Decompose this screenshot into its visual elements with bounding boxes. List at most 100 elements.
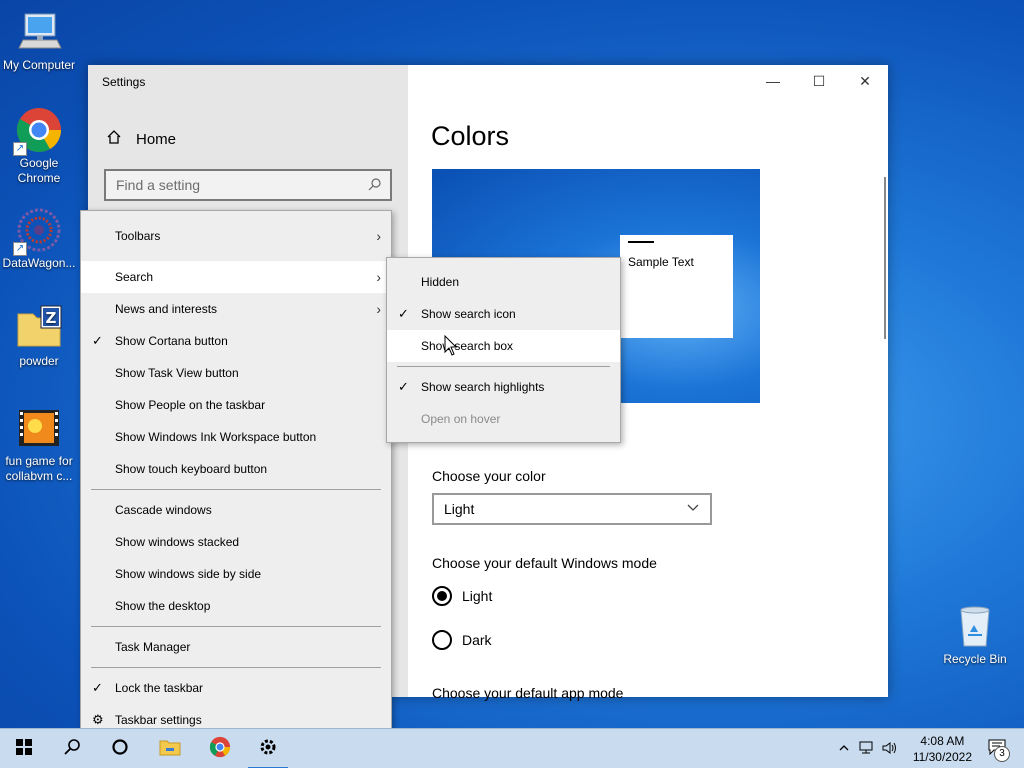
desktop-icon-label: Google Chrome — [17, 156, 61, 185]
menu-item-task-manager[interactable]: Task Manager — [81, 631, 391, 663]
chrome-icon — [209, 736, 231, 763]
folder-icon — [159, 738, 181, 761]
menu-item-label: Show windows stacked — [115, 535, 240, 549]
menu-item-label: Toolbars — [115, 229, 161, 243]
taskbar-chrome[interactable] — [196, 729, 244, 768]
menu-separator — [91, 667, 381, 668]
desktop-icon-label: powder — [19, 354, 59, 368]
search-icon[interactable] — [368, 177, 382, 194]
taskbar: 4:08 AM 11/30/2022 3 — [0, 728, 1024, 768]
recycle-bin-icon — [951, 602, 999, 650]
menu-item-label: Search — [115, 270, 154, 284]
desktop-icon-label: DataWagon... — [2, 256, 76, 270]
submenu-item-show-search-highlights[interactable]: ✓ Show search highlights — [387, 371, 620, 403]
computer-icon — [15, 8, 63, 56]
home-nav-item[interactable]: Home — [106, 129, 176, 149]
desktop-icon-google-chrome[interactable]: ↗ Google Chrome — [0, 106, 78, 186]
menu-item-label: Show windows side by side — [115, 567, 262, 581]
choose-color-value: Light — [444, 501, 475, 517]
menu-item-toolbars[interactable]: Toolbars › — [81, 220, 391, 252]
menu-item-label: Hidden — [421, 275, 460, 289]
radio-label: Dark — [462, 632, 492, 648]
cortana-icon — [111, 738, 129, 761]
desktop-icon-fun-game[interactable]: fun game for collabvm c... — [0, 404, 78, 484]
desktop-icon-my-computer[interactable]: My Computer — [0, 8, 78, 73]
menu-item-label: Show touch keyboard button — [115, 462, 268, 476]
submenu-item-hidden[interactable]: Hidden — [387, 266, 620, 298]
windows-mode-dark-radio[interactable]: Dark — [432, 630, 492, 650]
checkmark-icon: ✓ — [398, 306, 409, 321]
menu-item-show-cortana-button[interactable]: ✓ Show Cortana button — [81, 325, 391, 357]
menu-item-label: News and interests — [115, 302, 218, 316]
home-label: Home — [136, 130, 177, 148]
page-title: Colors — [431, 121, 510, 151]
menu-item-label: Show Windows Ink Workspace button — [115, 430, 317, 444]
menu-item-show-windows-ink[interactable]: Show Windows Ink Workspace button — [81, 421, 391, 453]
desktop-icon-datawagon[interactable]: ↗ DataWagon... — [0, 206, 78, 271]
menu-item-show-the-desktop[interactable]: Show the desktop — [81, 590, 391, 622]
window-title: Settings — [102, 75, 146, 89]
menu-item-label: Show Task View button — [115, 366, 239, 380]
windows-mode-light-radio[interactable]: Light — [432, 586, 492, 606]
home-icon — [106, 129, 122, 149]
menu-item-label: Cascade windows — [115, 503, 212, 517]
chrome-icon: ↗ — [13, 106, 63, 156]
checkmark-icon: ✓ — [398, 379, 409, 394]
menu-item-show-windows-side-by-side[interactable]: Show windows side by side — [81, 558, 391, 590]
submenu-item-show-search-box[interactable]: Show search box — [387, 330, 620, 362]
checkmark-icon: ✓ — [92, 333, 103, 348]
desktop-icon-label: fun game for collabvm c... — [5, 454, 73, 483]
start-button[interactable] — [0, 729, 48, 768]
network-icon[interactable] — [858, 741, 874, 758]
menu-item-label: Show search icon — [421, 307, 516, 321]
cortana-button[interactable] — [96, 729, 144, 768]
menu-separator — [397, 366, 610, 367]
system-clock[interactable]: 4:08 AM 11/30/2022 — [913, 733, 972, 765]
desktop-icon-recycle-bin[interactable]: Recycle Bin — [936, 602, 1014, 667]
submenu-item-show-search-icon[interactable]: ✓ Show search icon — [387, 298, 620, 330]
video-icon — [15, 404, 63, 452]
choose-color-dropdown[interactable]: Light — [432, 493, 712, 525]
datawagon-icon: ↗ — [13, 206, 63, 256]
find-setting-input[interactable]: Find a setting — [104, 169, 392, 201]
chevron-right-icon: › — [376, 228, 381, 244]
desktop-icon-powder[interactable]: Z powder — [0, 304, 78, 369]
menu-item-show-task-view-button[interactable]: Show Task View button — [81, 357, 391, 389]
menu-item-search[interactable]: Search › — [81, 261, 391, 293]
menu-item-label: Task Manager — [115, 640, 191, 654]
windows-mode-label: Choose your default Windows mode — [432, 555, 657, 571]
radio-label: Light — [462, 588, 493, 604]
zip-folder-icon: Z — [15, 304, 63, 352]
choose-color-label: Choose your color — [432, 468, 546, 484]
taskbar-file-explorer[interactable] — [146, 729, 194, 768]
radio-button-icon — [432, 630, 452, 650]
submenu-item-open-on-hover: Open on hover — [387, 403, 620, 435]
windows-logo-icon — [16, 738, 32, 760]
menu-item-label: Taskbar settings — [115, 713, 202, 727]
menu-item-show-touch-keyboard[interactable]: Show touch keyboard button — [81, 453, 391, 485]
gear-icon — [258, 737, 278, 762]
menu-item-label: Open on hover — [421, 412, 501, 426]
scrollbar[interactable] — [884, 177, 886, 339]
menu-item-show-people[interactable]: Show People on the taskbar — [81, 389, 391, 421]
volume-icon[interactable] — [882, 741, 898, 758]
menu-item-lock-the-taskbar[interactable]: ✓ Lock the taskbar — [81, 672, 391, 704]
menu-item-label: Show Cortana button — [115, 334, 228, 348]
clock-date: 11/30/2022 — [912, 750, 972, 764]
search-icon — [63, 738, 81, 761]
chevron-right-icon: › — [376, 301, 381, 317]
menu-separator — [91, 626, 381, 627]
menu-item-label: Show search highlights — [421, 380, 545, 394]
menu-item-news-and-interests[interactable]: News and interests › — [81, 293, 391, 325]
checkmark-icon: ✓ — [92, 680, 103, 695]
taskbar-search-button[interactable] — [48, 729, 96, 768]
menu-item-label: Lock the taskbar — [115, 681, 204, 695]
menu-item-cascade-windows[interactable]: Cascade windows — [81, 494, 391, 526]
shortcut-arrow-icon: ↗ — [13, 142, 27, 156]
app-mode-label: Choose your default app mode — [432, 685, 624, 701]
menu-item-show-windows-stacked[interactable]: Show windows stacked — [81, 526, 391, 558]
taskbar-settings[interactable] — [244, 729, 292, 768]
menu-item-label: Show search box — [421, 339, 514, 353]
chevron-up-icon[interactable] — [838, 742, 850, 757]
search-placeholder: Find a setting — [116, 177, 201, 193]
